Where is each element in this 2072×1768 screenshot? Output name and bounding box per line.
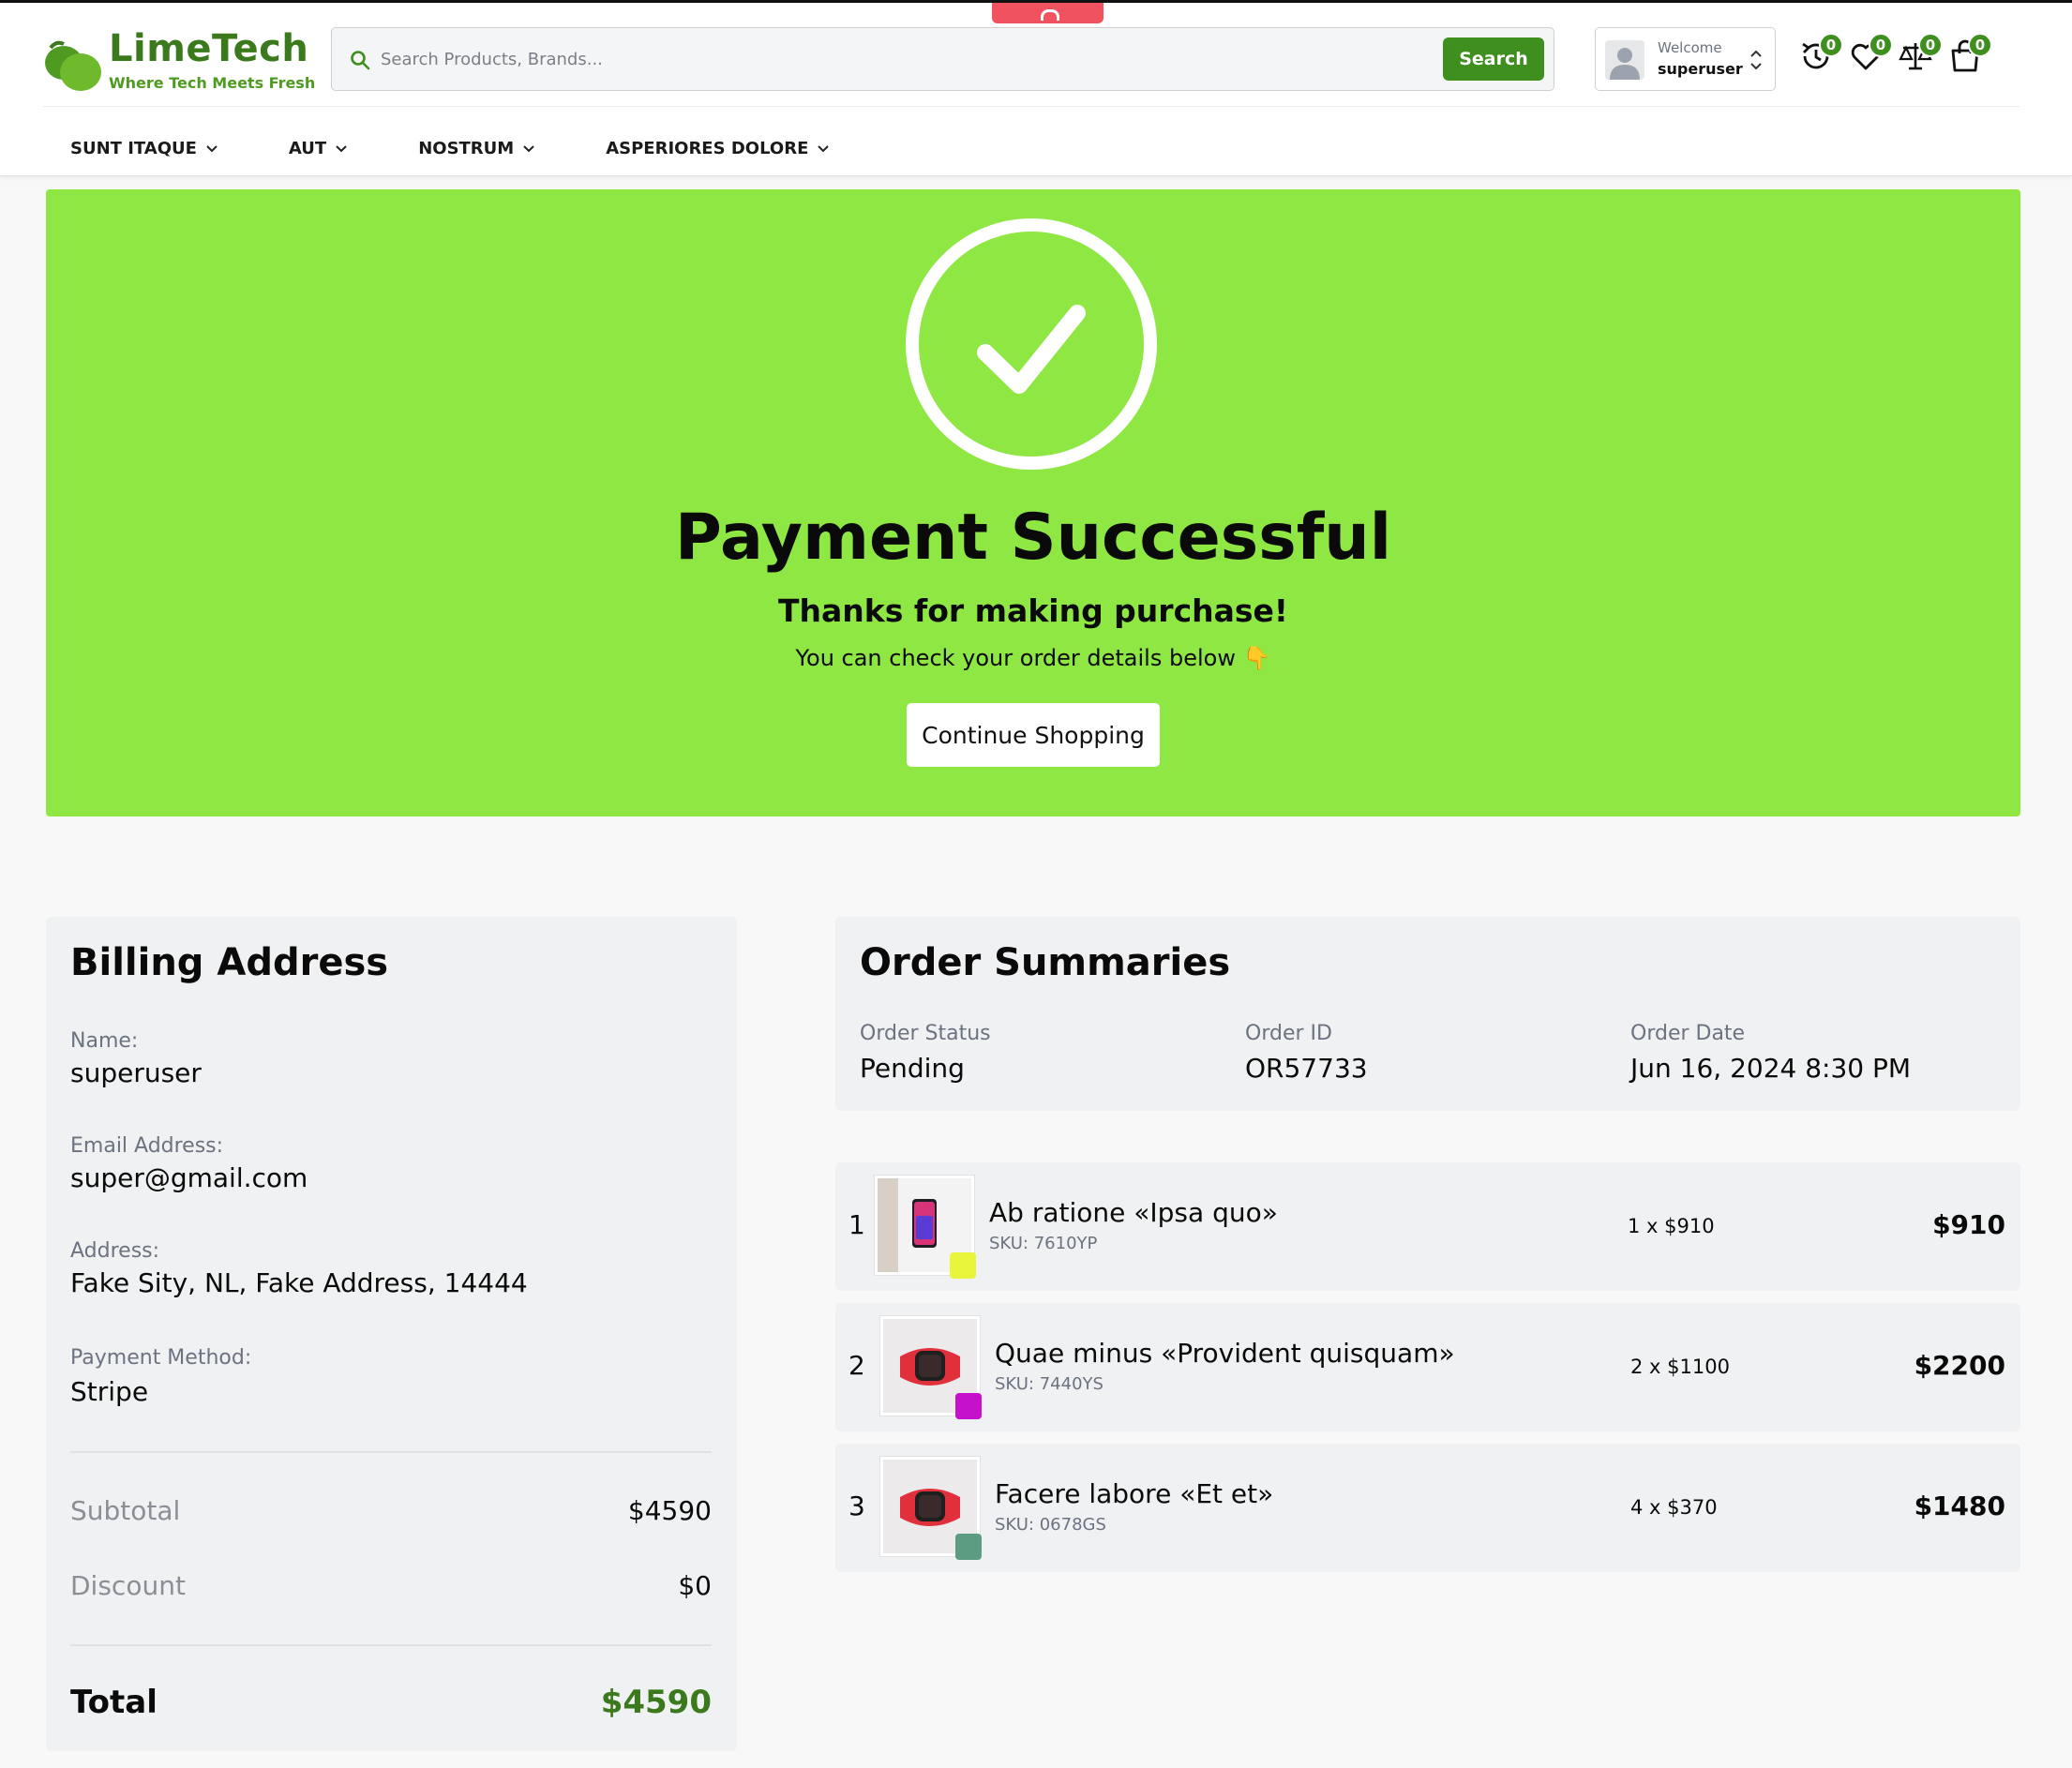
user-menu[interactable]: Welcome superuser	[1595, 27, 1776, 91]
item-quantity-price: 4 x $370	[1630, 1496, 1718, 1519]
order-status: Order Status Pending	[860, 1022, 991, 1084]
item-name[interactable]: Ab ratione «Ipsa quo»	[989, 1197, 1278, 1228]
subtotal-value: $4590	[627, 1495, 712, 1526]
name-label: Name:	[70, 1029, 139, 1053]
page-title: Payment Successful	[674, 501, 1392, 575]
order-summary-card: Order Summaries Order Status Pending Ord…	[835, 917, 2020, 1111]
item-number: 3	[848, 1491, 865, 1521]
hero-note: You can check your order details below 👇	[795, 645, 1271, 671]
compare-count-badge: 0	[1918, 33, 1943, 57]
item-total: $910	[1932, 1209, 2005, 1240]
order-id: Order ID OR57733	[1245, 1022, 1368, 1084]
chevron-down-icon	[206, 145, 218, 153]
avatar	[1605, 40, 1644, 80]
order-id-value: OR57733	[1245, 1053, 1368, 1084]
total-value: $4590	[600, 1684, 712, 1721]
brand-tagline: Where Tech Meets Fresh	[109, 74, 316, 92]
discount-label: Discount	[70, 1570, 186, 1601]
main-nav: SUNT ITAQUE AUT NOSTRUM ASPERIORES DOLOR…	[43, 129, 873, 167]
cart-count-badge: 0	[1968, 33, 1992, 57]
order-item-row: 2 Quae minus «Provident quisquam» SKU: 7…	[835, 1303, 2020, 1431]
cart-button[interactable]: 0	[1947, 33, 1992, 76]
order-summary-title: Order Summaries	[860, 941, 1231, 984]
item-name[interactable]: Facere labore «Et et»	[995, 1478, 1273, 1509]
compare-button[interactable]: 0	[1898, 33, 1943, 76]
order-item-row: 3 Facere labore «Et et» SKU: 0678GS 4 x …	[835, 1444, 2020, 1572]
item-total: $1480	[1914, 1491, 2005, 1521]
email-label: Email Address:	[70, 1134, 224, 1158]
nav-label: SUNT ITAQUE	[70, 138, 197, 158]
item-number: 1	[848, 1209, 865, 1240]
payment-method-label: Payment Method:	[70, 1346, 252, 1370]
subtotal-label: Subtotal	[70, 1495, 181, 1526]
color-swatch	[955, 1393, 982, 1419]
address-label: Address:	[70, 1239, 160, 1263]
nav-label: ASPERIORES DOLORE	[606, 138, 809, 158]
total-label: Total	[70, 1684, 158, 1721]
chevron-down-icon	[336, 145, 347, 153]
item-quantity-price: 1 x $910	[1628, 1215, 1715, 1237]
payment-success-banner: Payment Successful Thanks for making pur…	[46, 189, 2020, 817]
header-divider	[43, 106, 2019, 107]
billing-title: Billing Address	[70, 941, 389, 984]
chevron-updown-icon	[1750, 50, 1762, 70]
nav-item-asperiores-dolore[interactable]: ASPERIORES DOLORE	[606, 129, 830, 167]
discount-value: $0	[678, 1570, 712, 1601]
email-value: super@gmail.com	[70, 1162, 308, 1193]
item-quantity-price: 2 x $1100	[1630, 1356, 1730, 1378]
site-header: LimeTech Where Tech Meets Fresh Search W…	[0, 3, 2072, 176]
divider	[70, 1451, 712, 1453]
nav-item-sunt-itaque[interactable]: SUNT ITAQUE	[70, 129, 218, 167]
lime-logo-icon	[45, 40, 101, 91]
search-input[interactable]	[381, 41, 1318, 77]
history-button[interactable]: 0	[1798, 33, 1843, 76]
history-count-badge: 0	[1819, 33, 1843, 57]
order-item-row: 1 Ab ratione «Ipsa quo» SKU: 7610YP 1 x …	[835, 1162, 2020, 1291]
color-swatch	[955, 1534, 982, 1560]
search-button[interactable]: Search	[1443, 37, 1544, 81]
name-value: superuser	[70, 1057, 202, 1088]
nav-item-nostrum[interactable]: NOSTRUM	[418, 129, 535, 167]
nav-item-aut[interactable]: AUT	[289, 129, 348, 167]
payment-method-value: Stripe	[70, 1376, 149, 1407]
continue-shopping-button[interactable]: Continue Shopping	[907, 703, 1160, 767]
wishlist-button[interactable]: 0	[1848, 33, 1893, 76]
search-bar: Search	[331, 27, 1554, 91]
item-name[interactable]: Quae minus «Provident quisquam»	[995, 1338, 1455, 1369]
user-avatar-icon	[1610, 48, 1640, 80]
order-status-value: Pending	[860, 1053, 965, 1084]
address-value: Fake Sity, NL, Fake Address, 14444	[70, 1267, 528, 1298]
billing-address-card: Billing Address Name: superuser Email Ad…	[46, 917, 737, 1751]
item-sku: SKU: 7440YS	[995, 1374, 1104, 1394]
divider	[70, 1644, 712, 1646]
check-circle-icon	[906, 218, 1157, 470]
search-icon	[351, 51, 370, 70]
order-date: Order Date Jun 16, 2024 8:30 PM	[1630, 1022, 1911, 1084]
welcome-text: Welcome	[1658, 39, 1722, 56]
color-swatch	[950, 1252, 976, 1279]
brand-name: LimeTech	[109, 27, 309, 70]
chevron-down-icon	[818, 145, 830, 153]
wishlist-count-badge: 0	[1869, 33, 1893, 57]
nav-label: NOSTRUM	[418, 138, 515, 158]
item-total: $2200	[1914, 1350, 2005, 1381]
item-number: 2	[848, 1350, 865, 1381]
order-id-label: Order ID	[1245, 1022, 1332, 1045]
item-sku: SKU: 7610YP	[989, 1234, 1098, 1253]
order-date-label: Order Date	[1630, 1022, 1746, 1045]
order-date-value: Jun 16, 2024 8:30 PM	[1630, 1053, 1912, 1084]
item-sku: SKU: 0678GS	[995, 1515, 1106, 1535]
nav-label: AUT	[288, 138, 327, 158]
hero-subtitle: Thanks for making purchase!	[778, 592, 1288, 629]
order-status-label: Order Status	[860, 1022, 991, 1045]
chevron-down-icon	[523, 145, 534, 153]
toolbar-pull-tab[interactable]	[992, 3, 1104, 23]
logo[interactable]: LimeTech Where Tech Meets Fresh	[43, 27, 315, 93]
username: superuser	[1658, 60, 1743, 78]
